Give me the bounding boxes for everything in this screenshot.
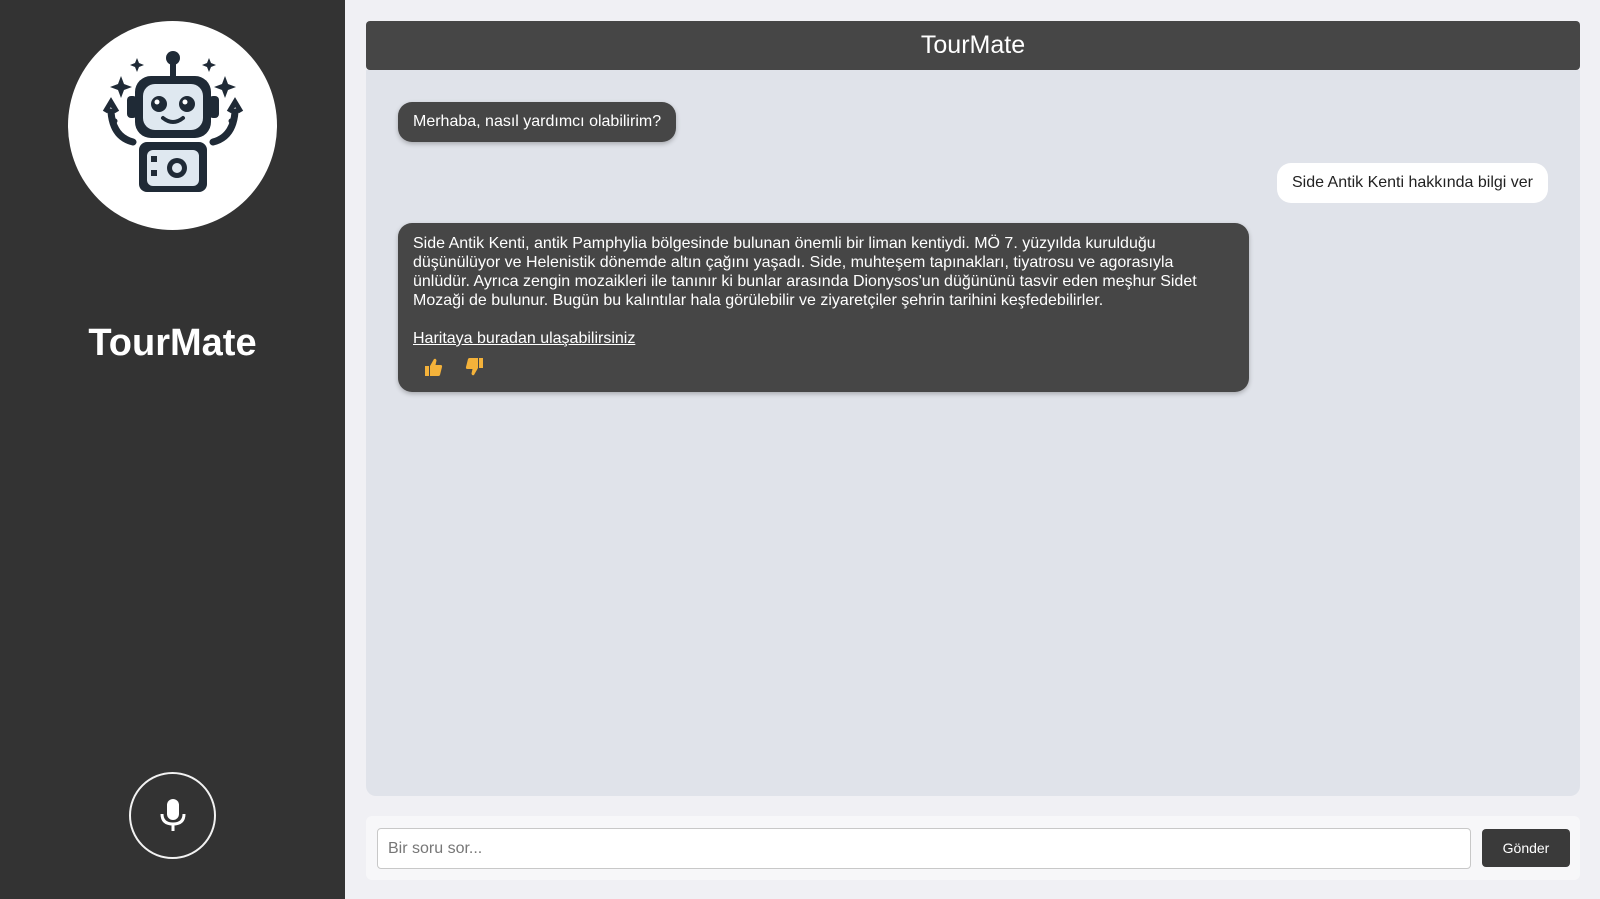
microphone-button[interactable] <box>129 772 216 859</box>
sidebar-brand-name: TourMate <box>88 322 257 364</box>
bot-message: Side Antik Kenti, antik Pamphylia bölges… <box>398 223 1249 392</box>
microphone-icon <box>160 798 185 831</box>
bot-message: Merhaba, nasıl yardımcı olabilirim? <box>398 102 677 142</box>
thumbs-down-icon <box>465 358 483 376</box>
sidebar: TourMate <box>0 0 345 899</box>
feedback-buttons <box>413 357 1234 377</box>
message-text: Side Antik Kenti hakkında bilgi ver <box>1291 174 1533 191</box>
thumbs-up-icon <box>425 358 443 376</box>
input-bar: Gönder <box>366 816 1580 880</box>
bot-avatar <box>68 21 277 230</box>
send-button[interactable]: Gönder <box>1482 829 1570 867</box>
question-input[interactable] <box>377 828 1471 869</box>
dislike-button[interactable] <box>465 357 485 377</box>
chat-header: TourMate <box>366 21 1580 70</box>
header-title: TourMate <box>920 31 1026 59</box>
chat-messages: Merhaba, nasıl yardımcı olabilirim? Side… <box>366 70 1580 796</box>
like-button[interactable] <box>423 357 443 377</box>
robot-icon <box>102 50 243 192</box>
map-link[interactable]: Haritaya buradan ulaşabilirsiniz <box>413 329 635 348</box>
user-message: Side Antik Kenti hakkında bilgi ver <box>1276 163 1548 203</box>
message-text: Merhaba, nasıl yardımcı olabilirim? <box>413 113 662 130</box>
message-text: Side Antik Kenti, antik Pamphylia bölges… <box>413 235 1197 309</box>
